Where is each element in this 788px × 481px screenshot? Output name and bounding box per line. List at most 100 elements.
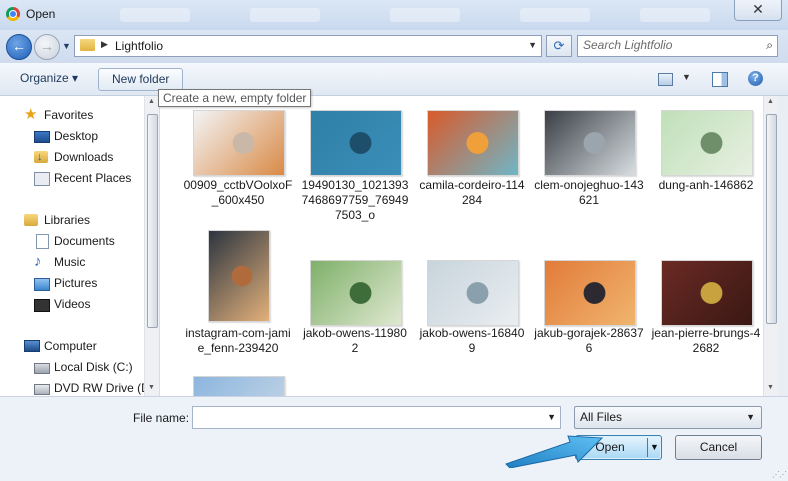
breadcrumb-lightfolio[interactable]: Lightfolio [115,39,163,53]
file-name-label[interactable]: jean-pierre-brungs-42682 [651,326,761,356]
breadcrumb-arrow-icon[interactable]: ▶ [101,39,108,50]
file-name-label[interactable]: dung-anh-146862 [651,178,761,193]
recent-places-icon [34,172,50,186]
help-icon[interactable]: ? [748,71,763,86]
star-icon: ★ [24,106,38,123]
file-thumbnail[interactable] [310,260,402,326]
resize-grip-icon[interactable]: ⋰⋰ [772,470,787,479]
recent-locations-dropdown[interactable]: ▼ [62,41,71,51]
view-options-dropdown[interactable]: ▼ [682,72,691,82]
file-name-label[interactable]: jakub-gorajek-286376 [534,326,644,356]
new-folder-tooltip: Create a new, empty folder [158,89,312,107]
videos-icon [34,299,50,312]
folder-icon [80,39,95,51]
sidebar-scrollbar[interactable]: ▲ ▼ [144,96,159,396]
file-name-input[interactable] [193,407,546,426]
scroll-down-icon[interactable]: ▼ [767,384,774,391]
background-tab [250,8,320,22]
hard-disk-icon [34,363,50,374]
sidebar-item-label: Music [54,255,86,269]
navigation-pane: ★ Favorites Desktop Downloads Recent Plac… [0,96,160,396]
forward-button[interactable]: → [34,34,60,60]
chevron-down-icon: ▼ [62,41,71,51]
cancel-button[interactable]: Cancel [675,435,762,460]
libraries-icon [24,214,38,226]
close-icon: ✕ [752,1,764,17]
title-bar: Open ✕ [0,0,788,30]
dvd-drive-icon [34,384,50,395]
file-name-label: File name: [133,411,190,425]
file-thumbnail[interactable] [661,110,753,176]
window-title: Open [26,7,56,21]
background-tab [120,8,190,22]
sidebar-item-label: Pictures [54,276,98,290]
back-arrow-icon: ← [12,38,26,54]
file-list: 00909_cctbVOolxoF_600x450 19490130_102139… [160,96,763,396]
file-thumbnail[interactable] [427,260,519,326]
background-tab [520,8,590,22]
preview-pane-icon[interactable] [712,72,728,87]
sidebar-item-label: Documents [54,234,115,248]
split-separator [647,438,648,457]
file-list-scrollbar[interactable]: ▲ ▼ [763,96,778,396]
sidebar-item-label: Videos [54,297,91,311]
sidebar-item-label: DVD RW Drive (D [54,381,150,395]
file-name-label[interactable]: instagram-com-jamie_fenn-239420 [183,326,293,356]
background-tab [640,8,710,22]
background-tab [390,8,460,22]
sidebar-item-label: Libraries [44,213,91,227]
file-name-combo[interactable]: ▼ [192,406,561,429]
chevron-down-icon[interactable]: ▼ [547,412,556,422]
file-name-label[interactable]: clem-onojeghuo-143621 [534,178,644,208]
back-button[interactable]: ← [6,34,32,60]
close-button[interactable]: ✕ [734,0,782,21]
sidebar-item-label: Local Disk (C:) [54,360,133,374]
scroll-up-icon[interactable]: ▲ [767,98,774,105]
chevron-down-icon: ▼ [746,412,755,422]
search-input[interactable] [578,36,758,54]
forward-arrow-icon: → [40,38,54,54]
new-folder-button[interactable]: New folder [98,68,184,91]
pointer-arrow-icon [505,435,604,468]
file-thumbnail[interactable] [544,260,636,326]
sidebar-item-label: Computer [44,339,97,353]
change-view-icon[interactable] [658,73,673,86]
pictures-icon [34,278,50,291]
sidebar-item-label: Recent Places [54,171,132,185]
file-name-label[interactable]: jakob-owens-168409 [417,326,527,356]
desktop-icon [34,131,50,143]
search-icon: ⌕ [766,38,773,52]
sidebar-scroll-thumb[interactable] [147,114,158,328]
file-type-filter[interactable]: All Files ▼ [574,406,762,429]
sidebar-item-label: Favorites [44,108,94,122]
file-thumbnail[interactable] [661,260,753,326]
refresh-icon: ⟳ [553,38,565,53]
file-name-label[interactable]: 19490130_10213937468697759_769497503_o [300,178,410,223]
sidebar-item-label: Desktop [54,129,99,143]
scroll-up-icon[interactable]: ▲ [148,98,155,105]
file-thumbnail[interactable] [310,110,402,176]
address-bar[interactable]: ▶ Lightfolio ▼ [74,35,542,57]
address-dropdown-icon[interactable]: ▼ [528,40,537,50]
file-thumbnail[interactable] [544,110,636,176]
open-options-dropdown-icon[interactable]: ▼ [650,436,659,459]
navigation-bar: ← → ▼ ▶ Lightfolio ▼ ⟳ ⌕ [0,30,788,63]
scroll-down-icon[interactable]: ▼ [148,384,155,391]
file-name-label[interactable]: 00909_cctbVOolxoF_600x450 [183,178,293,208]
file-type-value: All Files [580,410,623,424]
file-name-label[interactable]: jakob-owens-119802 [300,326,410,356]
file-name-label[interactable]: camila-cordeiro-114284 [417,178,527,208]
computer-icon [24,340,40,352]
dialog-footer: File name: ▼ All Files ▼ Open ▼ Cancel ⋰… [0,396,788,481]
organize-button[interactable]: Organize ▾ [12,68,86,89]
downloads-folder-icon [34,148,48,167]
music-note-icon: ♪ [34,253,42,270]
file-thumbnail[interactable] [193,110,285,176]
refresh-button[interactable]: ⟳ [546,35,572,57]
file-list-scroll-thumb[interactable] [766,114,777,324]
search-box[interactable]: ⌕ [577,35,778,57]
file-thumbnail[interactable] [208,230,270,322]
chrome-icon [6,7,20,21]
file-thumbnail[interactable] [427,110,519,176]
file-thumbnail[interactable] [193,376,285,396]
